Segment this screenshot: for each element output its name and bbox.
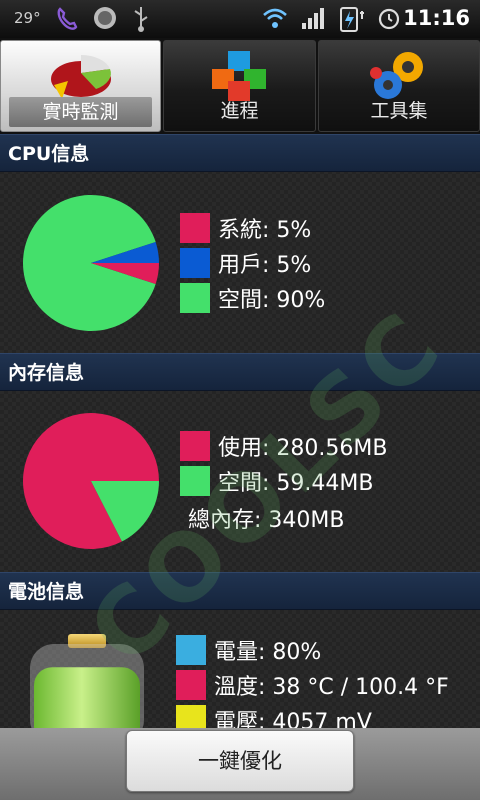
tab-label: 實時監測 xyxy=(9,97,152,127)
tab-label: 工具集 xyxy=(370,100,428,122)
cpu-pie-chart xyxy=(23,195,159,331)
legend-label: 溫度: 38 °C / 100.4 °F xyxy=(214,675,449,700)
legend-label: 系統: 5% xyxy=(218,218,312,243)
wifi-icon xyxy=(263,8,287,28)
bottom-bar: 一鍵優化 xyxy=(0,728,480,800)
legend-swatch xyxy=(180,213,210,243)
monitor-content[interactable]: CPU信息 系統: 5% 用戶: 5% 空間: 90% 內存信息 使用: 280… xyxy=(0,134,480,728)
memory-pie-chart xyxy=(23,413,160,549)
cpu-legend-user: 用戶: 5% xyxy=(180,247,311,279)
legend-swatch xyxy=(176,670,206,700)
tab-bar: 實時監測 進程 工具集 xyxy=(0,38,480,134)
cpu-legend-system: 系統: 5% xyxy=(180,212,311,244)
tab-realtime-monitor[interactable]: 實時監測 xyxy=(0,40,161,132)
cpu-section-header: CPU信息 xyxy=(0,134,480,172)
legend-label: 電壓: 4057 mV xyxy=(214,710,372,728)
legend-swatch xyxy=(176,705,206,728)
legend-swatch xyxy=(180,431,210,461)
cpu-legend-free: 空間: 90% xyxy=(180,282,325,314)
battery-charging-icon xyxy=(340,7,364,32)
viber-icon xyxy=(57,7,78,30)
battery-legend-voltage: 電壓: 4057 mV xyxy=(176,704,372,728)
battery-legend-level: 電量: 80% xyxy=(176,634,321,666)
volume-icon xyxy=(94,7,116,29)
usb-icon xyxy=(134,7,148,32)
legend-label: 電量: 80% xyxy=(214,640,322,665)
status-bar: 29° 11:16 xyxy=(0,0,480,38)
status-time: 11:16 xyxy=(403,6,470,30)
legend-swatch xyxy=(180,248,210,278)
battery-legend-temperature: 溫度: 38 °C / 100.4 °F xyxy=(176,669,449,701)
tab-processes[interactable]: 進程 xyxy=(163,40,316,132)
legend-label: 用戶: 5% xyxy=(218,253,312,278)
legend-swatch xyxy=(180,283,210,313)
signal-icon xyxy=(302,8,324,29)
one-click-optimize-button[interactable]: 一鍵優化 xyxy=(126,730,354,792)
status-temperature: 29° xyxy=(14,9,41,27)
alarm-icon xyxy=(378,8,400,30)
tab-label: 進程 xyxy=(220,100,259,122)
legend-label: 空間: 90% xyxy=(218,288,326,313)
pie-chart-icon xyxy=(50,55,111,99)
tab-tools[interactable]: 工具集 xyxy=(318,40,480,132)
